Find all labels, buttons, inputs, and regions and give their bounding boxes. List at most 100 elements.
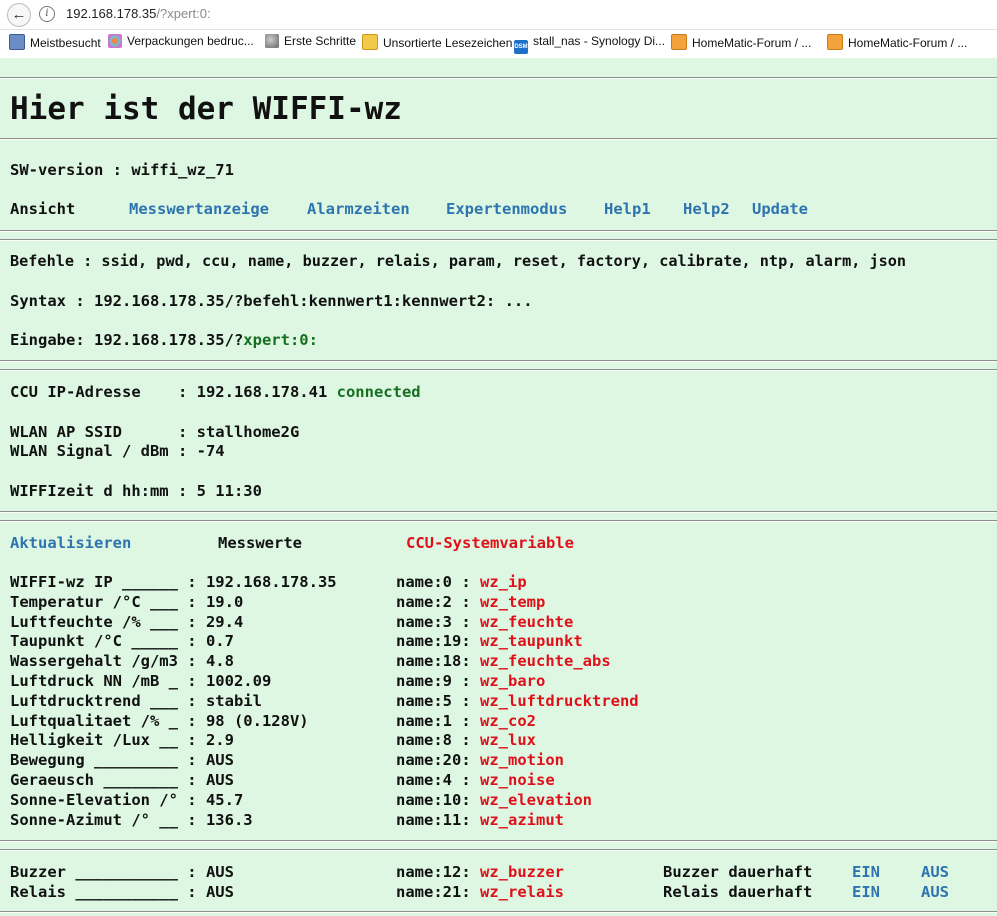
nav-link-help1[interactable]: Help1 (604, 200, 651, 219)
syntax-line: Syntax : 192.168.178.35/?befehl:kennwert… (10, 292, 533, 310)
ccu-variable-entry: name:11: wz_azimut (396, 811, 564, 830)
measurement-label: Geraeusch ________ : AUS (10, 771, 234, 789)
ccu-variable-entry: name:10: wz_elevation (396, 791, 592, 810)
ccu-name-index: name:9 : (396, 672, 480, 690)
dsm-icon: DSM (514, 40, 528, 54)
ccu-ip-line: CCU IP-Adresse : 192.168.178.41 connecte… (10, 383, 421, 402)
ccu-variable-name: wz_lux (480, 731, 536, 750)
permanent-label: Relais dauerhaft (663, 883, 813, 901)
permanent-off-link[interactable]: AUS (921, 883, 949, 902)
nav-link-expertenmodus[interactable]: Expertenmodus (446, 200, 567, 219)
bookmark-item[interactable]: Meistbesucht (9, 34, 101, 50)
ccu-variable-name: wz_relais (480, 883, 564, 901)
ccu-variable-name: wz_buzzer (480, 863, 564, 881)
url-field[interactable]: 192.168.178.35/?xpert:0: (66, 6, 211, 21)
ccu-variable-name: wz_elevation (480, 790, 592, 809)
ccu-variable-name: wz_baro (480, 672, 546, 690)
divider (0, 369, 997, 371)
commands-list: Befehle : ssid, pwd, ccu, name, buzzer, … (10, 252, 907, 270)
ccu-name-index: name:0 : (396, 573, 480, 591)
bookmark-label: stall_nas - Synology Di... (533, 34, 666, 48)
ccu-name-index: name:1 : (396, 711, 480, 730)
permanent-on-link[interactable]: EIN (852, 863, 880, 882)
input-value: xpert:0: (243, 331, 318, 349)
ccu-variable-entry: name:9 : wz_baro (396, 672, 545, 691)
ccu-variable-entry: name:18: wz_feuchte_abs (396, 652, 611, 671)
ccu-name-index: name:8 : (396, 731, 480, 750)
bookmark-item[interactable]: Unsortierte Lesezeichen (362, 34, 512, 50)
sw-version: SW-version : wiffi_wz_71 (10, 161, 234, 179)
divider (0, 911, 997, 913)
ccu-variable-name: wz_luftdrucktrend (480, 691, 639, 710)
bookmark-label: HomeMatic-Forum / ... (692, 36, 812, 50)
measurement-label: Sonne-Azimut /° __ : 136.3 (10, 810, 253, 829)
bookmark-item[interactable]: HomeMatic-Forum / ... (671, 34, 811, 50)
permanent-on-link[interactable]: EIN (852, 883, 880, 902)
nav-link-messwertanzeige[interactable]: Messwertanzeige (129, 200, 269, 219)
ccu-name-index: name:3 : (396, 612, 480, 631)
nav-link-alarmzeiten[interactable]: Alarmzeiten (307, 200, 410, 219)
ccu-name-index: name:4 : (396, 771, 480, 789)
page-title: Hier ist der WIFFI-wz (10, 91, 402, 127)
ccu-variable-name: wz_feuchte (480, 612, 574, 631)
bookmarks-toolbar: Meistbesucht Verpackungen bedruc... Erst… (0, 34, 997, 56)
divider (0, 849, 997, 851)
ccu-variable-entry: name:1 : wz_co2 (396, 712, 536, 731)
divider (0, 230, 997, 232)
url-path: /?xpert:0: (156, 6, 211, 21)
input-line: Eingabe: 192.168.178.35/?xpert:0: (10, 331, 318, 350)
ccu-variable-entry: name:20: wz_motion (396, 751, 564, 770)
ccu-variable-name: wz_taupunkt (480, 632, 583, 651)
browser-chrome: ← i 192.168.178.35/?xpert:0: Meistbesuch… (0, 0, 997, 58)
measurement-label: Taupunkt /°C _____ : 0.7 (10, 632, 234, 651)
measurement-label: WIFFI-wz IP ______ : 192.168.178.35 (10, 573, 337, 591)
ccu-variable-entry: name:5 : wz_luftdrucktrend (396, 692, 639, 711)
divider (0, 520, 997, 522)
rss-icon (827, 34, 843, 50)
ccu-name-index: name:18: (396, 652, 480, 671)
ccu-variable-entry: name:2 : wz_temp (396, 593, 545, 612)
measurement-label: Luftfeuchte /% ___ : 29.4 (10, 612, 244, 631)
measurement-label: Luftdrucktrend ___ : stabil (10, 691, 262, 710)
ccu-name-index: name:2 : (396, 592, 480, 611)
bookmark-item[interactable]: HomeMatic-Forum / ... (827, 34, 967, 50)
globe-icon (265, 34, 279, 48)
input-label: Eingabe: 192.168.178.35/? (10, 331, 244, 349)
measurement-label: Helligkeit /Lux __ : 2.9 (10, 731, 234, 750)
folder-icon (362, 34, 378, 50)
ccu-name-index: name:21: (396, 883, 480, 901)
wlan-ssid-line: WLAN AP SSID : stallhome2G (10, 423, 300, 441)
ccu-variable-entry: name:19: wz_taupunkt (396, 632, 583, 651)
site-flower-icon (108, 34, 122, 48)
refresh-link[interactable]: Aktualisieren (10, 534, 131, 553)
bookmark-book-icon (9, 34, 25, 50)
measurement-label: Luftqualitaet /% _ : 98 (0.128V) (10, 711, 309, 730)
permanent-label: Buzzer dauerhaft (663, 863, 813, 881)
nav-link-help2[interactable]: Help2 (683, 200, 730, 219)
measurements-header: Messwerte (218, 534, 302, 552)
divider (0, 840, 997, 842)
bookmark-item[interactable]: DSM stall_nas - Synology Di... (514, 34, 665, 54)
ccu-ip-label: CCU IP-Adresse : 192.168.178.41 (10, 383, 328, 401)
bookmark-item[interactable]: Erste Schritte (265, 34, 356, 48)
info-icon[interactable]: i (39, 6, 55, 22)
ccu-name-index: name:20: (396, 751, 480, 770)
ccu-variable-name: wz_noise (480, 771, 555, 789)
output-label: Relais ___________ : AUS (10, 883, 234, 901)
nav-link-update[interactable]: Update (752, 200, 808, 219)
measurement-label: Sonne-Elevation /° : 45.7 (10, 790, 244, 809)
bookmark-item[interactable]: Verpackungen bedruc... (108, 34, 254, 48)
ccu-name-index: name:19: (396, 632, 480, 651)
ccu-variable-name: wz_motion (480, 751, 564, 770)
url-host: 192.168.178.35 (66, 6, 157, 21)
divider (0, 138, 997, 140)
measurement-label: Wassergehalt /g/m3 : 4.8 (10, 652, 234, 671)
wlan-signal-line: WLAN Signal / dBm : -74 (10, 442, 225, 460)
ccu-name-index: name:12: (396, 863, 480, 881)
measurement-label: Bewegung _________ : AUS (10, 751, 234, 770)
permanent-off-link[interactable]: AUS (921, 863, 949, 882)
address-bar: ← i 192.168.178.35/?xpert:0: (0, 0, 997, 30)
ccu-variable-entry: name:3 : wz_feuchte (396, 613, 573, 632)
back-arrow-icon[interactable]: ← (7, 3, 31, 27)
ccu-variable-name: wz_co2 (480, 711, 536, 730)
